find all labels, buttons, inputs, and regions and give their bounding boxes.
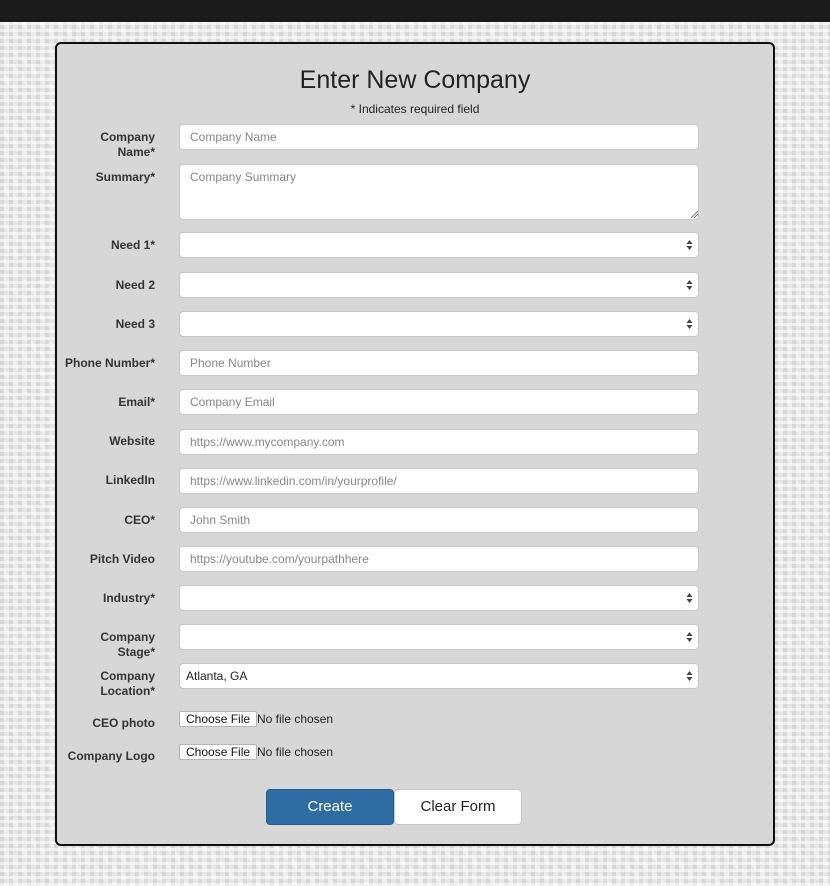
company-logo-file-status: No file chosen: [257, 745, 334, 759]
need-2-select[interactable]: [179, 272, 699, 298]
up-down-chevron-icon: [686, 319, 693, 329]
need-1-label: Need 1*: [110, 238, 155, 252]
ceo-label: CEO*: [124, 513, 155, 527]
up-down-chevron-icon: [686, 632, 693, 642]
need-3-label: Need 3: [115, 317, 155, 331]
summary-textarea[interactable]: [179, 164, 699, 220]
company-location-value: Atlanta, GA: [186, 669, 248, 683]
company-form: Enter New Company * Indicates required f…: [55, 42, 775, 846]
page-title: Enter New Company: [299, 66, 531, 94]
linkedin-input[interactable]: [179, 468, 699, 494]
linkedin-label: LinkedIn: [105, 473, 155, 487]
need-3-select[interactable]: [179, 311, 699, 337]
clear-form-button[interactable]: Clear Form: [394, 789, 522, 825]
company-location-label: Company Location*: [63, 669, 155, 699]
up-down-chevron-icon: [686, 593, 693, 603]
ceo-photo-label: CEO photo: [92, 716, 155, 730]
need-2-label: Need 2: [115, 278, 155, 292]
email-label: Email*: [118, 395, 155, 409]
company-logo-label: Company Logo: [67, 749, 155, 763]
email-input[interactable]: [179, 389, 699, 415]
top-bar: [0, 0, 830, 22]
need-1-select[interactable]: [179, 232, 699, 258]
website-label: Website: [109, 434, 155, 448]
create-button[interactable]: Create: [266, 789, 394, 825]
phone-number-input[interactable]: [179, 350, 699, 376]
summary-label: Summary*: [95, 170, 155, 184]
up-down-chevron-icon: [686, 240, 693, 250]
pitch-video-input[interactable]: [179, 546, 699, 572]
industry-select[interactable]: [179, 585, 699, 611]
up-down-chevron-icon: [686, 280, 693, 290]
ceo-input[interactable]: [179, 507, 699, 533]
pitch-video-label: Pitch Video: [89, 552, 155, 566]
required-field-note: * Indicates required field: [350, 102, 480, 116]
industry-label: Industry*: [102, 591, 155, 605]
phone-number-label: Phone Number*: [64, 356, 155, 370]
up-down-chevron-icon: [686, 671, 693, 681]
company-stage-select[interactable]: [179, 624, 699, 650]
company-logo-choose-file-button[interactable]: Choose File: [179, 744, 258, 760]
company-location-label-line-2: Location*: [100, 684, 155, 698]
company-name-input[interactable]: [179, 124, 699, 150]
ceo-photo-file-status: No file chosen: [257, 712, 334, 726]
ceo-photo-choose-file-button[interactable]: Choose File: [179, 711, 258, 727]
company-location-select[interactable]: Atlanta, GA: [179, 663, 699, 689]
company-location-label-line-1: Company: [100, 669, 155, 683]
company-stage-label: Company Stage*: [100, 630, 155, 659]
website-input[interactable]: [179, 429, 699, 455]
company-name-label: Company Name*: [100, 130, 155, 159]
